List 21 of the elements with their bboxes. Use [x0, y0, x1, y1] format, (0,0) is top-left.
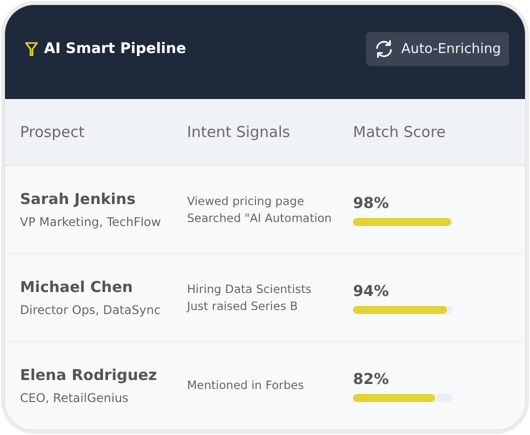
- prospect-role: CEO, RetailGenius: [20, 391, 130, 405]
- filter-icon: [25, 42, 38, 56]
- app-title: AI Smart Pipeline: [44, 41, 186, 57]
- intent-signal: Hiring Data Scientists: [187, 280, 313, 298]
- intent-signal: Searched "AI Automation: [187, 210, 333, 226]
- intent-signal: Just raised Series B: [187, 298, 299, 314]
- prospect-name: Elena Rodriguez: [20, 366, 158, 384]
- auto-enriching-button[interactable]: Auto-Enriching: [366, 32, 509, 66]
- column-header: Intent Signals: [187, 123, 292, 141]
- match-score: 98%: [353, 194, 390, 212]
- prospect-name: Michael Chen: [20, 278, 134, 296]
- prospect-role: Director Ops, DataSync: [20, 303, 162, 317]
- intent-signal: Mentioned in Forbes: [187, 377, 305, 394]
- column-header: Match Score: [353, 123, 447, 141]
- refresh-icon: [374, 40, 394, 58]
- match-score: 94%: [353, 282, 390, 300]
- prospect-role: VP Marketing, TechFlow: [20, 215, 162, 229]
- prospect-name: Sarah Jenkins: [20, 190, 137, 208]
- column-header: Prospect: [20, 123, 86, 141]
- intent-signal: Viewed pricing page: [187, 192, 306, 210]
- match-score: 82%: [353, 370, 390, 388]
